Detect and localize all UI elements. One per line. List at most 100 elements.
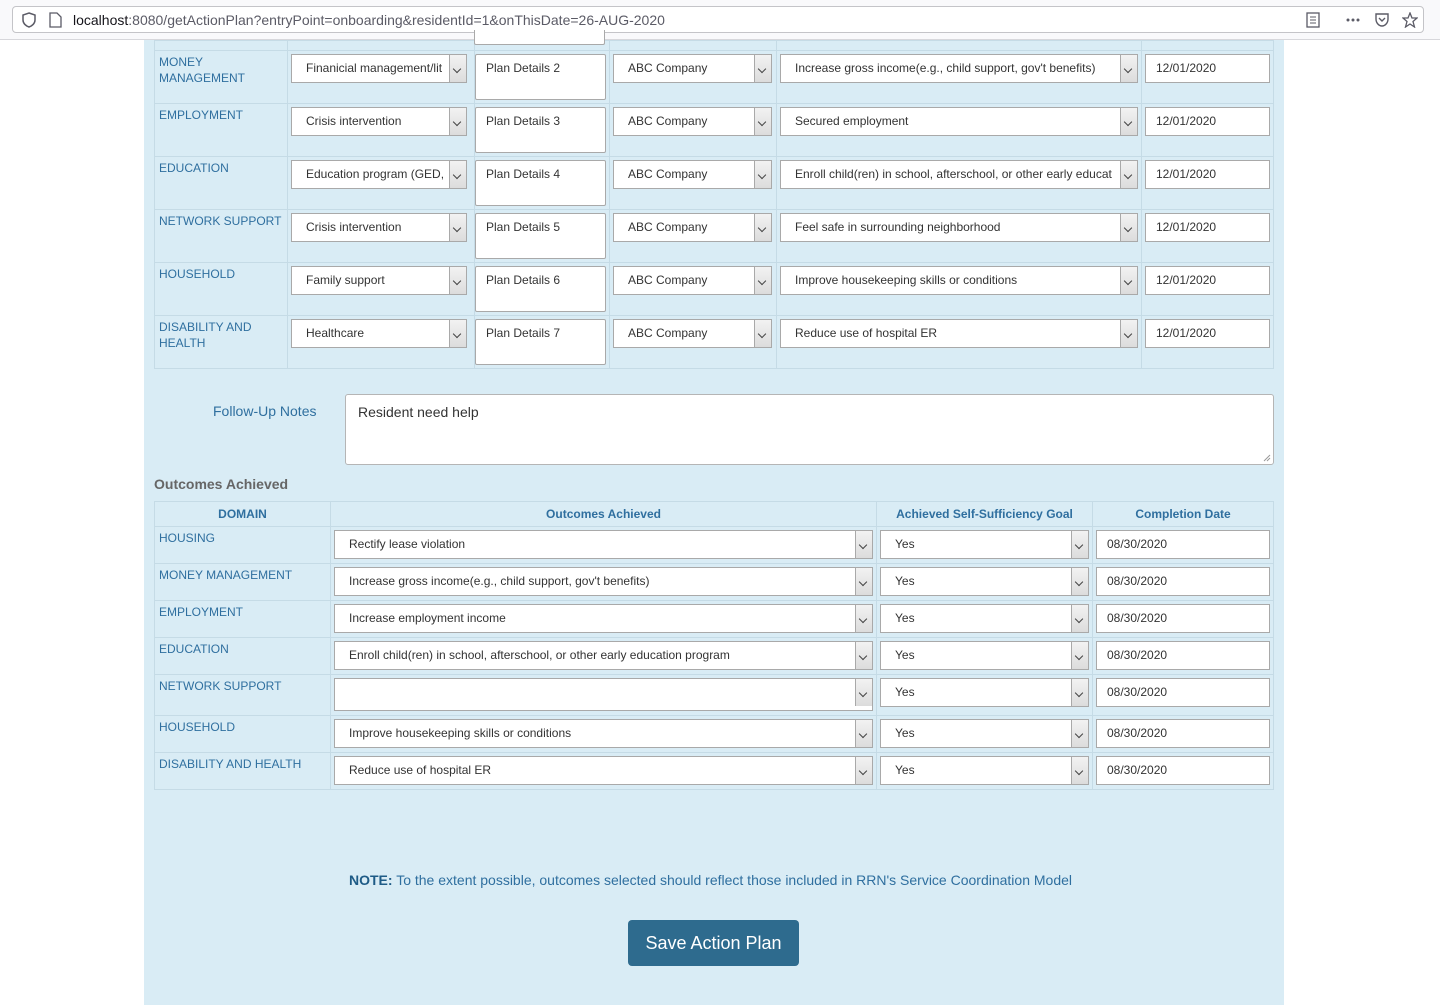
chevron-down-icon[interactable] [1071, 757, 1088, 784]
chevron-down-icon[interactable] [855, 531, 872, 558]
provider-select[interactable]: ABC Company [613, 319, 772, 348]
chevron-down-icon[interactable] [1120, 55, 1137, 82]
provider-select[interactable]: ABC Company [613, 266, 772, 295]
followup-notes-textarea[interactable]: Resident need help [345, 394, 1274, 465]
plan-details-textarea[interactable]: Plan Details 4 [475, 160, 606, 206]
provider-select[interactable]: ABC Company [613, 160, 772, 189]
chevron-down-icon[interactable] [449, 214, 466, 241]
chevron-down-icon[interactable] [754, 267, 771, 294]
completion-date-input[interactable]: 08/30/2020 [1096, 604, 1270, 633]
chevron-down-icon[interactable] [1071, 642, 1088, 669]
chevron-down-icon[interactable] [855, 568, 872, 595]
self-sufficiency-goal-select[interactable]: Yes [880, 641, 1089, 670]
outcome-achieved-select[interactable]: Increase employment income [334, 604, 873, 633]
target-date-input[interactable]: 12/01/2020 [1145, 319, 1270, 348]
target-date-input[interactable]: 12/01/2020 [1145, 54, 1270, 83]
target-date-input[interactable]: 12/01/2020 [1145, 107, 1270, 136]
plan-details-textarea[interactable]: Plan Details 5 [475, 213, 606, 259]
outcome-achieved-select[interactable]: Improve housekeeping skills or condition… [334, 719, 873, 748]
planned-outcome-select[interactable]: Secured employment [780, 107, 1138, 136]
chevron-down-icon[interactable] [855, 757, 872, 784]
table-row: NETWORK SUPPORT Yes 08/30/2020 [154, 674, 1274, 716]
target-date-input[interactable]: 12/01/2020 [1145, 160, 1270, 189]
planned-outcome-select[interactable]: Reduce use of hospital ER [780, 319, 1138, 348]
chevron-down-icon[interactable] [449, 161, 466, 188]
self-sufficiency-goal-select-value: Yes [895, 726, 915, 740]
service-select[interactable]: Family support [291, 266, 467, 295]
provider-select[interactable]: ABC Company [613, 107, 772, 136]
chevron-down-icon[interactable] [1071, 605, 1088, 632]
chevron-down-icon[interactable] [449, 320, 466, 347]
table-row: HOUSING Rectify lease violation Yes 08/30/2… [154, 526, 1274, 564]
target-date-input[interactable]: 12/01/2020 [1145, 266, 1270, 295]
service-select[interactable]: Crisis intervention [291, 107, 467, 136]
self-sufficiency-goal-select[interactable]: Yes [880, 678, 1089, 707]
chevron-down-icon[interactable] [1071, 679, 1088, 706]
self-sufficiency-goal-select[interactable]: Yes [880, 719, 1089, 748]
chevron-down-icon[interactable] [1071, 531, 1088, 558]
completion-date-input[interactable]: 08/30/2020 [1096, 567, 1270, 596]
completion-date-input[interactable]: 08/30/2020 [1096, 678, 1270, 707]
planned-outcome-select[interactable]: Improve housekeeping skills or condition… [780, 266, 1138, 295]
chevron-down-icon[interactable] [754, 214, 771, 241]
chevron-down-icon[interactable] [855, 605, 872, 632]
plan-details-textarea[interactable]: Plan Details 6 [475, 266, 606, 312]
self-sufficiency-goal-select[interactable]: Yes [880, 604, 1089, 633]
chevron-down-icon[interactable] [1120, 214, 1137, 241]
service-select[interactable]: Finanicial management/lit [291, 54, 467, 83]
chevron-down-icon[interactable] [1120, 320, 1137, 347]
service-select[interactable]: Education program (GED, [291, 160, 467, 189]
chevron-down-icon[interactable] [449, 55, 466, 82]
self-sufficiency-goal-select[interactable]: Yes [880, 567, 1089, 596]
plan-details-textarea[interactable]: Plan Details 7 [475, 319, 606, 365]
chevron-down-icon[interactable] [754, 55, 771, 82]
chevron-down-icon[interactable] [1071, 568, 1088, 595]
url-text[interactable]: localhost:8080/getActionPlan?entryPoint=… [73, 12, 665, 28]
chevron-down-icon[interactable] [1120, 108, 1137, 135]
service-select[interactable]: Crisis intervention [291, 213, 467, 242]
chevron-down-icon[interactable] [855, 642, 872, 669]
chevron-down-icon[interactable] [1120, 161, 1137, 188]
outcome-achieved-select-value: Increase gross income(e.g., child suppor… [349, 574, 650, 588]
resize-grip-icon[interactable] [1263, 454, 1271, 462]
outcome-achieved-select[interactable]: Enroll child(ren) in school, afterschool… [334, 641, 873, 670]
planned-outcome-select[interactable]: Enroll child(ren) in school, afterschool… [780, 160, 1138, 189]
chevron-down-icon[interactable] [1120, 267, 1137, 294]
completion-date-input[interactable]: 08/30/2020 [1096, 641, 1270, 670]
plan-details-textarea[interactable]: Plan Details 3 [475, 107, 606, 153]
domain-label: HOUSING [159, 531, 216, 545]
provider-select[interactable]: ABC Company [613, 213, 772, 242]
provider-select[interactable]: ABC Company [613, 54, 772, 83]
chevron-down-icon[interactable] [449, 108, 466, 135]
planned-outcome-select[interactable]: Increase gross income(e.g., child suppor… [780, 54, 1138, 83]
service-select[interactable]: Healthcare [291, 319, 467, 348]
completion-date-input[interactable]: 08/30/2020 [1096, 530, 1270, 559]
save-action-plan-button[interactable]: Save Action Plan [628, 920, 799, 966]
reader-view-icon[interactable] [1305, 12, 1321, 28]
chevron-down-icon[interactable] [855, 720, 872, 747]
completion-date-input[interactable]: 08/30/2020 [1096, 756, 1270, 785]
outcome-achieved-select[interactable]: Rectify lease violation [334, 530, 873, 559]
bookmark-star-icon[interactable] [1401, 11, 1419, 29]
self-sufficiency-goal-select[interactable]: Yes [880, 530, 1089, 559]
address-bar[interactable]: localhost:8080/getActionPlan?entryPoint=… [12, 6, 1424, 33]
shield-icon[interactable] [21, 12, 37, 28]
chevron-down-icon[interactable] [855, 679, 872, 706]
completion-date-input[interactable]: 08/30/2020 [1096, 719, 1270, 748]
chevron-down-icon[interactable] [754, 161, 771, 188]
target-date-input[interactable]: 12/01/2020 [1145, 213, 1270, 242]
chevron-down-icon[interactable] [754, 108, 771, 135]
self-sufficiency-goal-select[interactable]: Yes [880, 756, 1089, 785]
chevron-down-icon[interactable] [754, 320, 771, 347]
plan-details-textarea[interactable]: Plan Details 2 [475, 54, 606, 100]
pocket-icon[interactable] [1374, 12, 1390, 28]
chevron-down-icon[interactable] [1071, 720, 1088, 747]
chevron-down-icon[interactable] [449, 267, 466, 294]
outcome-achieved-select[interactable]: Increase gross income(e.g., child suppor… [334, 567, 873, 596]
planned-outcome-select[interactable]: Feel safe in surrounding neighborhood [780, 213, 1138, 242]
outcome-achieved-select[interactable] [334, 678, 873, 711]
more-actions-icon[interactable] [1345, 12, 1361, 28]
plan-details-textarea-partial[interactable] [474, 30, 605, 45]
outcome-achieved-select[interactable]: Reduce use of hospital ER [334, 756, 873, 785]
goal-cell: Yes [876, 674, 1093, 716]
